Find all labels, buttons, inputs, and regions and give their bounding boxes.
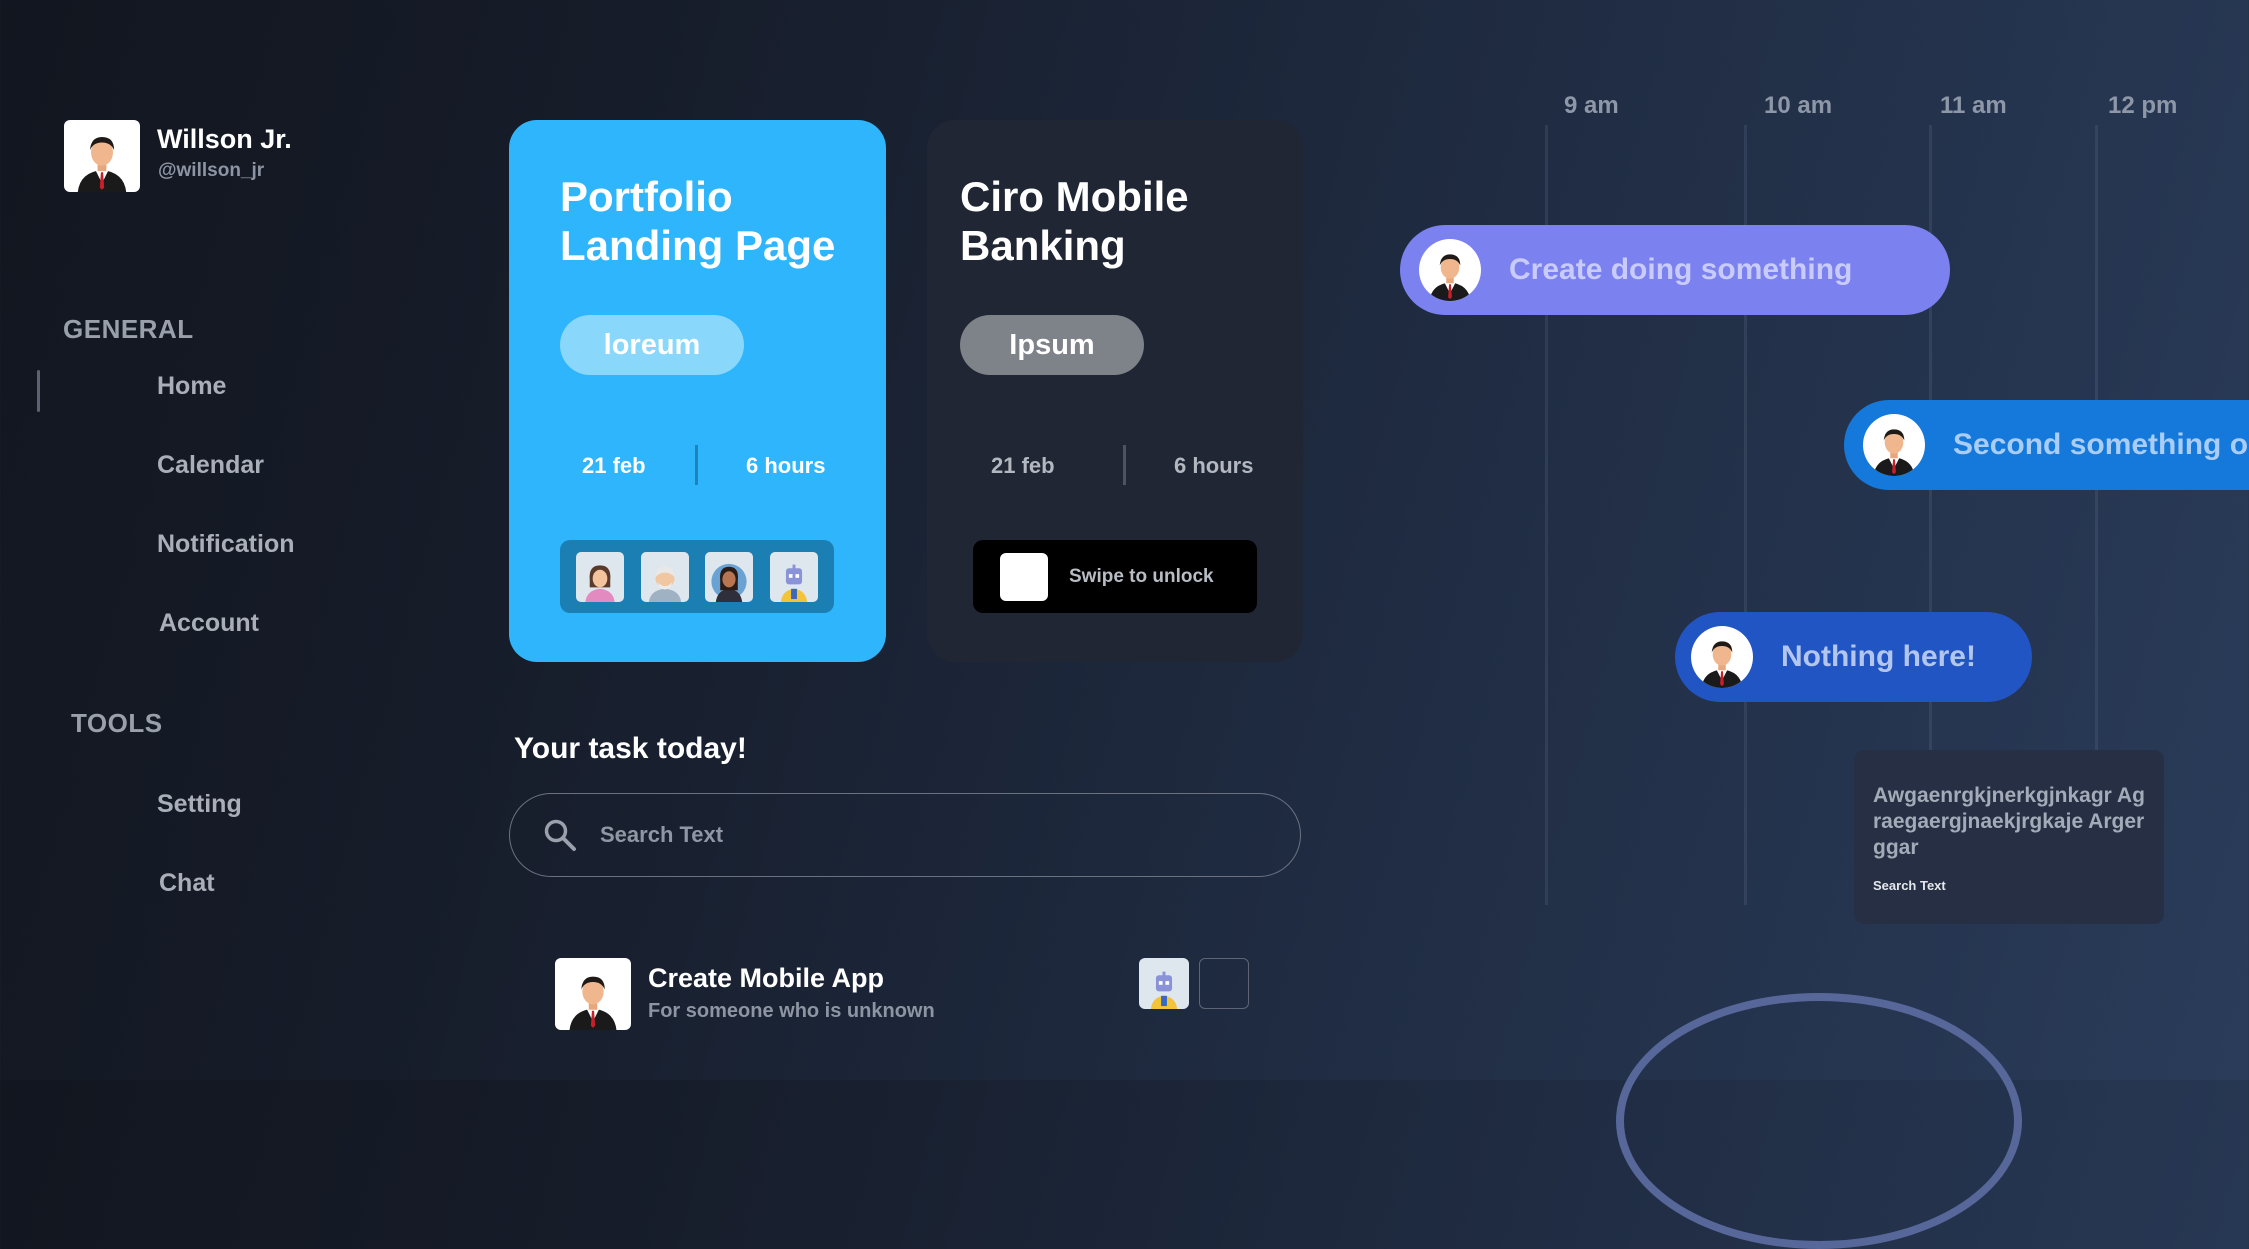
- team-members: [560, 540, 834, 613]
- project-title: Ciro Mobile Banking: [960, 172, 1189, 270]
- search-icon: [544, 819, 576, 851]
- project-title-line-1: Portfolio: [560, 173, 733, 220]
- user-avatar-icon: [1422, 245, 1478, 301]
- member-avatar[interactable]: [769, 551, 818, 602]
- task-avatar: [555, 958, 631, 1030]
- profile-avatar[interactable]: [64, 120, 140, 192]
- user-avatar-icon: [561, 966, 625, 1030]
- timeline-note[interactable]: Awgaenrgkjnerkgjnkagr Agraegaergjnaekjrg…: [1854, 750, 2164, 924]
- girl-avatar-icon: [578, 558, 622, 602]
- meta-divider: [695, 445, 698, 485]
- event-label: Second something o: [1953, 428, 2249, 461]
- event-avatar: [1863, 414, 1925, 476]
- decorative-ring: [1616, 993, 2022, 1249]
- member-avatar[interactable]: [640, 551, 689, 602]
- woman-avatar-icon: [707, 558, 751, 602]
- task-search-input[interactable]: Search Text: [509, 793, 1301, 877]
- timeline-event[interactable]: Nothing here!: [1675, 612, 2032, 702]
- robot-avatar-icon: [1142, 965, 1186, 1009]
- project-title: Portfolio Landing Page: [560, 172, 835, 270]
- search-placeholder: Search Text: [600, 822, 724, 847]
- timeline-event[interactable]: Create doing something: [1400, 225, 1950, 315]
- elder-avatar-icon: [643, 558, 687, 602]
- project-title-line-2: Banking: [960, 222, 1126, 269]
- user-avatar-icon: [1866, 420, 1922, 476]
- time-label-9am: 9 am: [1564, 92, 1619, 119]
- note-text: Awgaenrgkjnerkgjnkagr Agraegaergjnaekjrg…: [1873, 784, 2145, 859]
- sidebar-item-home[interactable]: Home: [157, 372, 226, 401]
- project-card-ciro[interactable]: Ciro Mobile Banking Ipsum 21 feb 6 hours…: [927, 120, 1303, 662]
- swipe-to-unlock[interactable]: Swipe to unlock: [973, 540, 1257, 613]
- swipe-label: Swipe to unlock: [1069, 565, 1214, 587]
- user-avatar-icon: [1694, 632, 1750, 688]
- swipe-handle[interactable]: [1000, 552, 1048, 601]
- project-duration: 6 hours: [1174, 453, 1254, 478]
- project-title-line-2: Landing Page: [560, 222, 836, 269]
- user-avatar-icon: [69, 126, 135, 192]
- project-card-portfolio[interactable]: Portfolio Landing Page loreum 21 feb 6 h…: [509, 120, 886, 662]
- time-label-10am: 10 am: [1764, 92, 1833, 119]
- note-subtext: Search Text: [1873, 878, 1946, 893]
- robot-avatar-icon: [772, 558, 816, 602]
- profile-handle: @willson_jr: [158, 160, 265, 181]
- event-label: Nothing here!: [1781, 640, 1976, 673]
- active-indicator: [37, 370, 40, 412]
- timeline-event[interactable]: Second something o: [1844, 400, 2249, 490]
- task-subtitle: For someone who is unknown: [648, 1000, 935, 1022]
- project-tag-button[interactable]: Ipsum: [960, 315, 1144, 375]
- project-title-line-1: Ciro Mobile: [960, 173, 1189, 220]
- project-date: 21 feb: [991, 453, 1055, 478]
- section-general-label: GENERAL: [63, 314, 194, 344]
- member-avatar[interactable]: [576, 551, 625, 602]
- task-title[interactable]: Create Mobile App: [648, 963, 884, 994]
- project-date: 21 feb: [582, 453, 646, 478]
- sidebar-item-setting[interactable]: Setting: [157, 790, 242, 819]
- task-assignee-avatar[interactable]: [1139, 958, 1189, 1009]
- project-duration: 6 hours: [746, 453, 826, 478]
- sidebar-item-calendar[interactable]: Calendar: [157, 451, 264, 480]
- sidebar-item-chat[interactable]: Chat: [159, 869, 215, 898]
- task-heading: Your task today!: [514, 732, 747, 765]
- event-avatar: [1419, 239, 1481, 301]
- section-tools-label: TOOLS: [71, 708, 163, 738]
- event-avatar: [1691, 626, 1753, 688]
- member-avatar[interactable]: [705, 551, 754, 602]
- meta-divider: [1123, 445, 1126, 485]
- time-label-11am: 11 am: [1940, 92, 2007, 119]
- project-tag-button[interactable]: loreum: [560, 315, 744, 375]
- sidebar-item-account[interactable]: Account: [159, 609, 259, 638]
- profile-name: Willson Jr.: [157, 124, 292, 154]
- sidebar-item-notification[interactable]: Notification: [157, 530, 295, 559]
- event-label: Create doing something: [1509, 253, 1853, 286]
- time-label-12pm: 12 pm: [2108, 92, 2178, 119]
- task-checkbox[interactable]: [1199, 958, 1249, 1009]
